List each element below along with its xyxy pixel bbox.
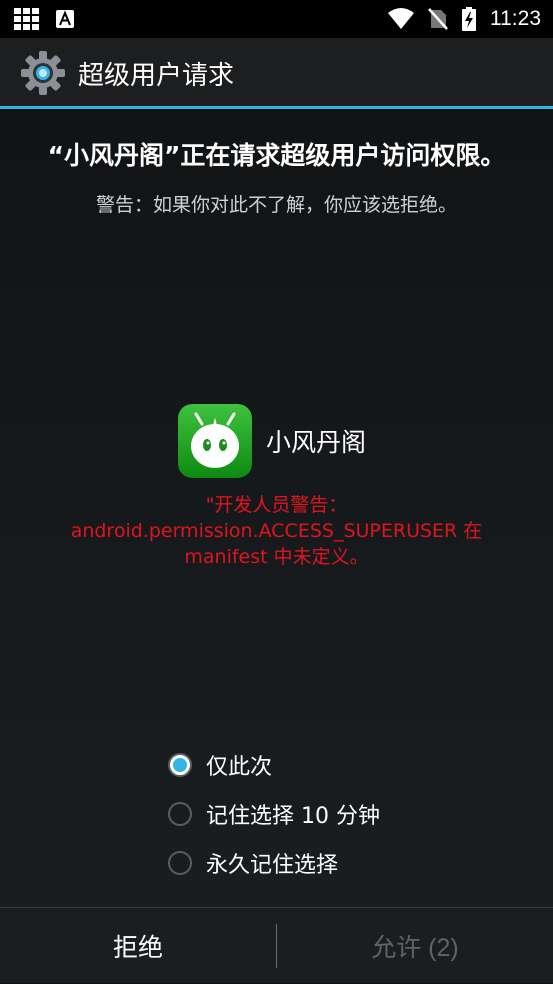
request-headline: “小风丹阁”正在请求超级用户访问权限。 [47,141,506,170]
wifi-icon [388,8,414,29]
page-title: 超级用户请求 [78,60,235,91]
grid-icon [14,8,39,30]
radio-unchecked-icon[interactable] [168,850,192,875]
accent-divider [0,106,553,109]
developer-warning-line: "开发人员警告： [205,494,348,516]
no-sim-icon [428,8,448,30]
remember-options: 仅此次 记住选择 10 分钟 永久记住选择 [168,740,380,887]
app-robot-icon [178,404,252,478]
button-bar: 拒绝 允许 (2) [0,907,553,984]
battery-charging-icon [462,7,476,31]
option-remember-10-min[interactable]: 记住选择 10 分钟 [168,789,380,838]
radio-checked-icon[interactable] [168,752,192,777]
action-bar: 超级用户请求 [0,38,553,108]
developer-warning-line: android.permission.ACCESS_SUPERUSER 在 [70,520,483,542]
status-time: 11:23 [490,7,541,30]
option-remember-forever[interactable]: 永久记住选择 [168,838,380,887]
developer-warning: "开发人员警告： android.permission.ACCESS_SUPER… [40,492,513,570]
allow-button[interactable]: 允许 (2) [277,908,553,984]
app-info: 小风丹阁 [178,404,366,478]
option-label: 仅此次 [206,754,273,780]
text-a-icon [56,10,74,28]
gear-icon [21,51,65,95]
radio-unchecked-icon[interactable] [168,801,192,826]
deny-button[interactable]: 拒绝 [0,908,276,984]
request-warning-text: 警告：如果你对此不了解，你应该选拒绝。 [95,194,457,216]
option-once[interactable]: 仅此次 [168,740,380,789]
option-label: 记住选择 10 分钟 [206,803,380,829]
status-bar: 11:23 [0,0,553,38]
option-label: 永久记住选择 [206,852,339,878]
app-name: 小风丹阁 [266,428,367,457]
developer-warning-line: manifest 中未定义。 [184,546,369,568]
